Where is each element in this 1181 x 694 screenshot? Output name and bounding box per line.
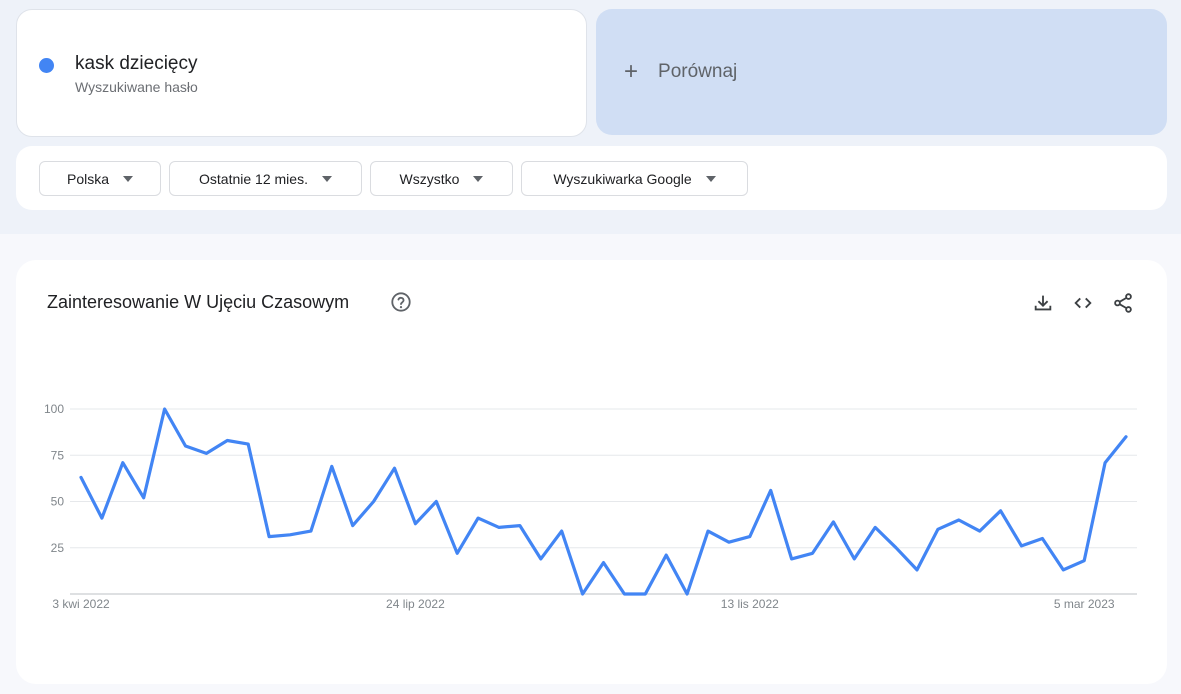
chevron-down-icon (473, 175, 484, 182)
term-color-dot (39, 58, 54, 73)
chevron-down-icon (705, 175, 716, 182)
filter-bar: Polska Ostatnie 12 mies. Wszystko Wyszuk… (16, 146, 1167, 210)
term-type-label: Wyszukiwane hasło (75, 79, 198, 95)
filter-region-label: Polska (66, 170, 110, 187)
term-name[interactable]: kask dziecięcy (75, 52, 198, 76)
y-tick-label: 75 (51, 448, 65, 462)
filter-time-label: Ostatnie 12 mies. (199, 170, 308, 187)
y-tick-label: 100 (44, 402, 64, 416)
filter-category-label: Wszystko (399, 170, 460, 187)
compare-label: Porównaj (658, 61, 738, 82)
filter-search-type[interactable]: Wyszukiwarka Google (521, 161, 748, 196)
y-tick-label: 50 (51, 495, 65, 509)
search-term-card[interactable]: kask dziecięcy Wyszukiwane hasło (16, 9, 587, 137)
x-tick-label: 13 lis 2022 (721, 597, 779, 611)
chevron-down-icon (123, 175, 134, 182)
filter-search-type-label: Wyszukiwarka Google (553, 170, 692, 187)
plus-icon: + (624, 58, 639, 85)
filter-category[interactable]: Wszystko (370, 161, 513, 196)
y-tick-label: 25 (51, 541, 65, 555)
x-tick-label: 5 mar 2023 (1054, 597, 1115, 611)
interest-over-time-panel: Zainteresowanie W Ujęciu Czasowym 25 50 75… (16, 260, 1167, 684)
filter-region[interactable]: Polska (39, 161, 161, 196)
x-tick-label: 3 kwi 2022 (52, 597, 110, 611)
trend-chart: 25 50 75 100 3 kwi 2022 24 lip 2022 13 lis 202… (44, 402, 1137, 611)
x-tick-label: 24 lip 2022 (386, 597, 445, 611)
filter-time-range[interactable]: Ostatnie 12 mies. (169, 161, 362, 196)
chevron-down-icon (321, 175, 332, 182)
compare-button[interactable]: + Porównaj (596, 9, 1167, 135)
